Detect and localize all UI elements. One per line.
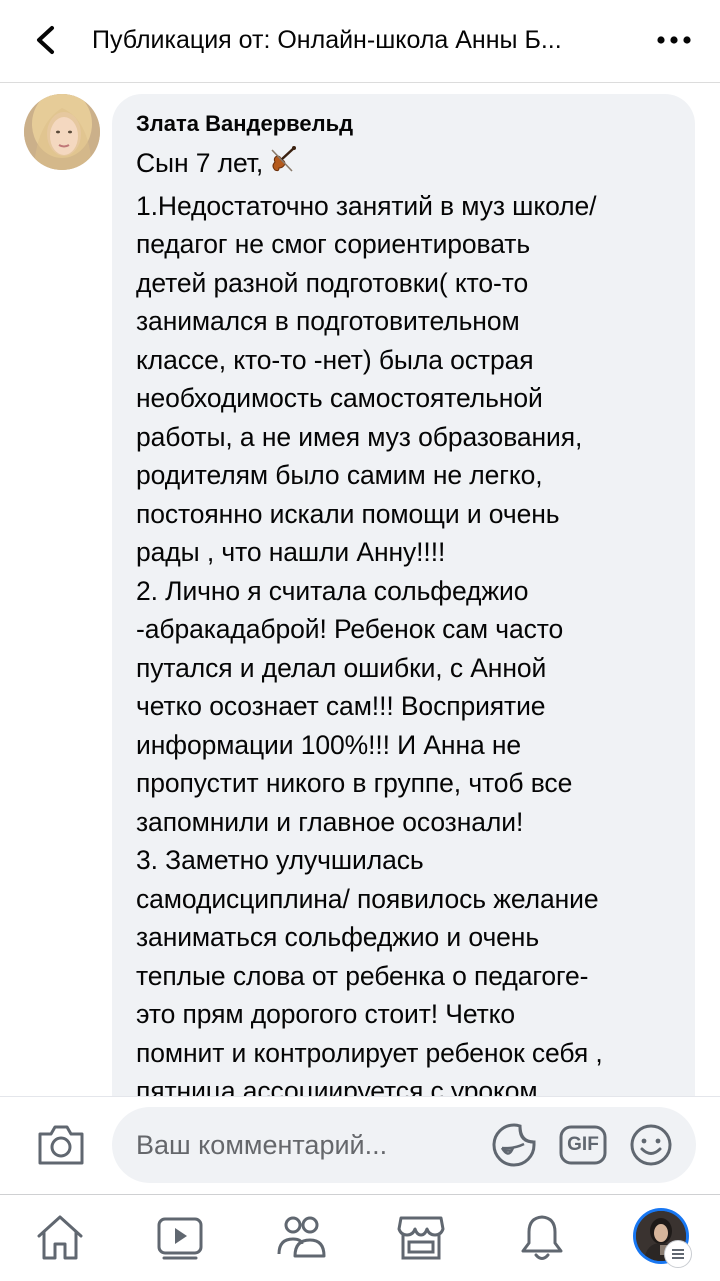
chevron-left-icon: [37, 26, 54, 54]
marketplace-icon: [397, 1216, 445, 1260]
notifications-icon: [521, 1215, 563, 1260]
sticker-icon: [492, 1123, 536, 1167]
violin-icon: [267, 144, 299, 187]
author-avatar[interactable]: [24, 94, 100, 170]
back-button[interactable]: [26, 20, 66, 60]
tab-marketplace[interactable]: [395, 1212, 447, 1262]
menu-badge: [664, 1240, 692, 1268]
avatar-photo: [24, 94, 100, 170]
gif-button[interactable]: GIF: [558, 1122, 608, 1168]
comment-body: 1.Недостаточно занятий в муз школе/ педа…: [136, 190, 603, 1097]
smiley-icon: [630, 1124, 672, 1166]
home-icon: [37, 1215, 83, 1260]
sticker-button[interactable]: [490, 1122, 538, 1168]
more-options-button[interactable]: [656, 26, 692, 54]
menu-lines-icon: [672, 1249, 684, 1259]
comment-text: Сын 7 лет, 1.Недостаточно занятий в муз …: [136, 144, 681, 1096]
more-horizontal-icon: [657, 36, 691, 44]
groups-icon: [277, 1216, 326, 1258]
page-title: Публикация от: Онлайн-школа Анны Б...: [92, 26, 562, 54]
bottom-tab-bar: [0, 1194, 720, 1281]
camera-button[interactable]: [36, 1122, 86, 1168]
tab-notifications[interactable]: [516, 1212, 568, 1262]
comment-first-line: Сын 7 лет,: [136, 148, 264, 178]
gif-label: GIF: [567, 1134, 599, 1155]
tab-groups[interactable]: [275, 1212, 327, 1262]
tab-video[interactable]: [154, 1212, 206, 1262]
emoji-button[interactable]: [628, 1122, 674, 1168]
comment-placeholder: Ваш комментарий...: [136, 1130, 388, 1160]
comment-author[interactable]: Злата Вандервельд: [136, 110, 353, 138]
tab-home[interactable]: [34, 1212, 86, 1262]
camera-icon: [38, 1125, 84, 1165]
video-icon: [157, 1217, 203, 1260]
top-bar: Публикация от: Онлайн-школа Анны Б...: [0, 0, 720, 83]
